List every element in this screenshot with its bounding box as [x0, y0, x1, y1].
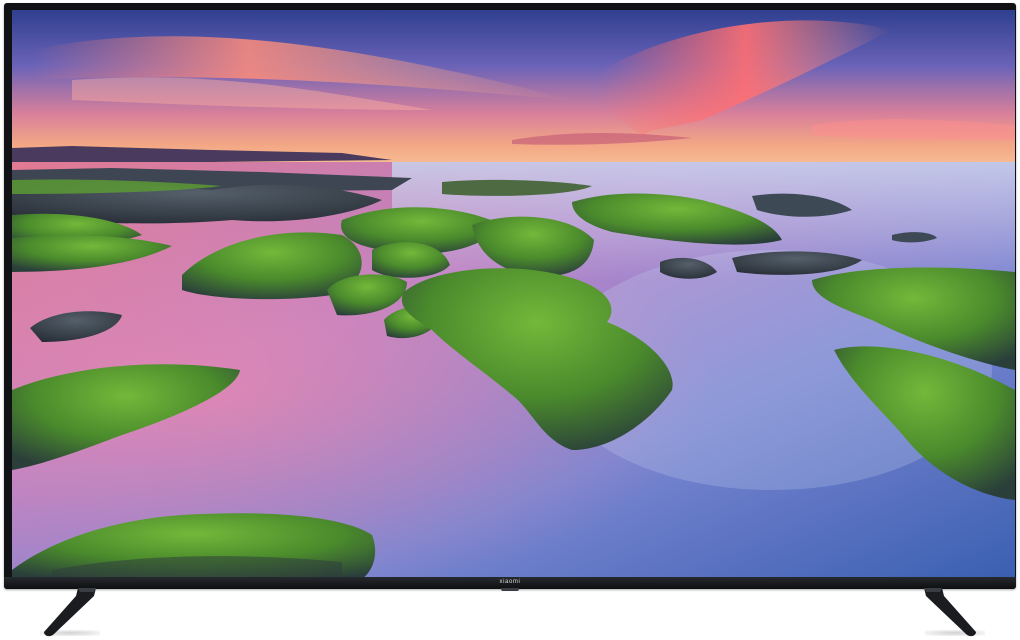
product-photo: xiaomi: [0, 0, 1020, 640]
screen-landscape-image: [12, 10, 1015, 582]
tv-screen: [12, 10, 1015, 582]
tv-frame: [4, 3, 1016, 589]
brand-logo: xiaomi: [499, 579, 521, 585]
ir-sensor-window: [501, 588, 519, 591]
